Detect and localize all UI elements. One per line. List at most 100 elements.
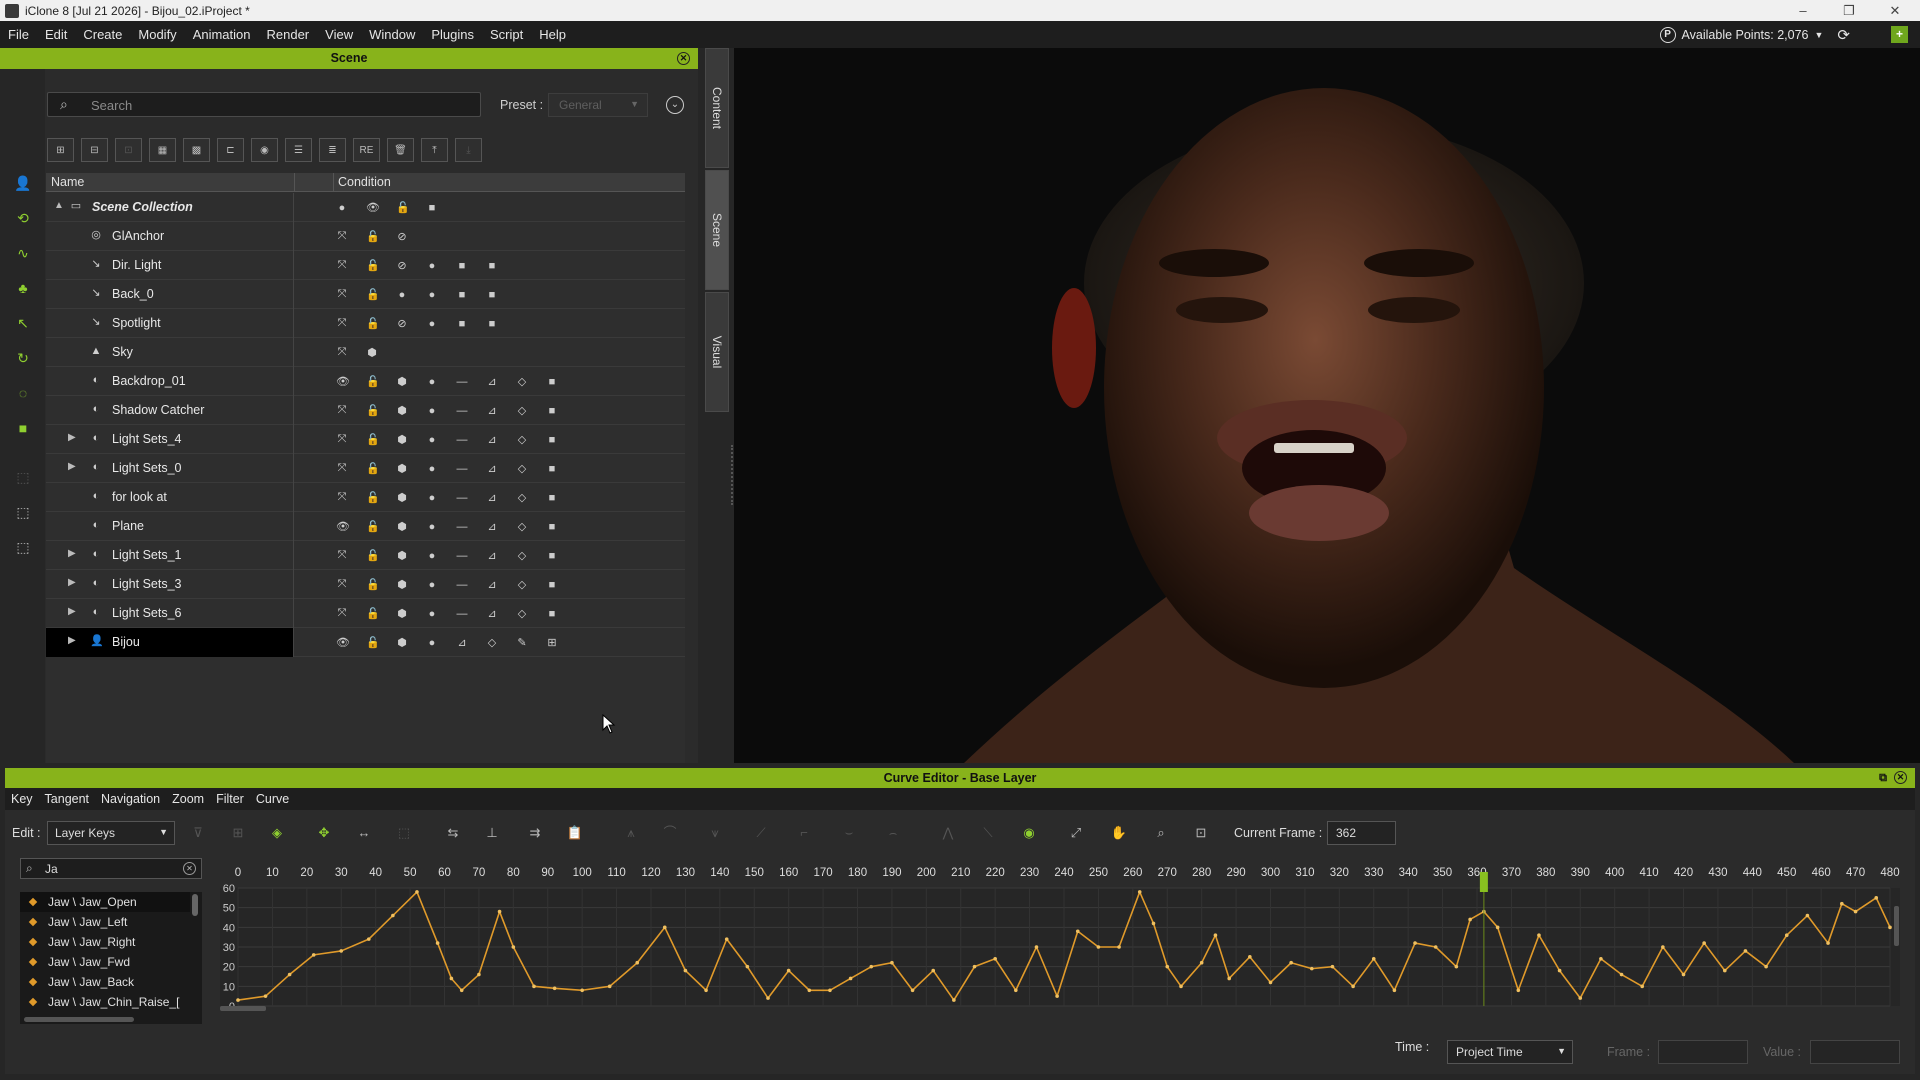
condition-icon[interactable]: ⊿ xyxy=(486,375,498,388)
condition-icon[interactable]: 👁 xyxy=(366,201,380,214)
move-icon[interactable]: ✥ xyxy=(313,822,335,844)
row-condition-icons[interactable]: 👁 🔓 ⬢ ● ⊿ ◇ ✎ ⊞ xyxy=(336,628,576,657)
condition-icon[interactable]: 🔓 xyxy=(366,578,380,591)
table-row[interactable]: ◐ for look at ⤧ 🔓 ⬢ ● — ⊿ ◇ ■ xyxy=(46,483,685,512)
condition-icon[interactable]: ⬢ xyxy=(396,404,408,417)
condition-icon[interactable]: 🔓 xyxy=(366,259,380,272)
visibility-icon[interactable]: ◉ xyxy=(251,138,278,162)
menu-help[interactable]: Help xyxy=(531,27,574,42)
condition-icon[interactable]: ● xyxy=(426,376,438,388)
condition-icon[interactable]: 👁 xyxy=(336,520,350,533)
row-condition-icons[interactable]: ⤧ 🔓 ⬢ ● — ⊿ ◇ ■ xyxy=(336,483,576,512)
condition-icon[interactable]: ● xyxy=(426,463,438,475)
condition-icon[interactable]: 🔓 xyxy=(366,462,380,475)
condition-icon[interactable]: — xyxy=(456,521,468,533)
table-row[interactable]: ▶ ◐ Light Sets_0 ⤧ 🔓 ⬢ ● — ⊿ ◇ ■ xyxy=(46,454,685,483)
condition-icon[interactable]: ⤧ xyxy=(336,578,348,591)
condition-icon[interactable]: ⤧ xyxy=(336,433,348,446)
condition-icon[interactable]: ⬢ xyxy=(396,607,408,620)
table-row[interactable]: ◐ Plane 👁 🔓 ⬢ ● — ⊿ ◇ ■ xyxy=(46,512,685,541)
condition-icon[interactable]: ⤧ xyxy=(336,549,348,562)
table-row[interactable]: ◐ Backdrop_01 👁 🔓 ⬢ ● — ⊿ ◇ ■ xyxy=(46,367,685,396)
condition-icon[interactable]: ■ xyxy=(546,521,558,533)
tab-content[interactable]: Content xyxy=(705,48,729,168)
row-condition-icons[interactable]: ⤧ ⬢ xyxy=(336,338,396,367)
scale-horizontal-icon[interactable]: ↔ xyxy=(353,822,375,844)
condition-icon[interactable]: ⊿ xyxy=(486,433,498,446)
ce-menu-tangent[interactable]: Tangent xyxy=(39,792,95,806)
box-select-icon[interactable]: ⬚ xyxy=(13,502,33,522)
condition-icon[interactable]: — xyxy=(456,376,468,388)
table-row[interactable]: ▶ ◐ Light Sets_3 ⤧ 🔓 ⬢ ● — ⊿ ◇ ■ xyxy=(46,570,685,599)
table-row[interactable]: ▶ 👤 Bijou 👁 🔓 ⬢ ● ⊿ ◇ ✎ ⊞ xyxy=(46,628,685,657)
row-condition-icons[interactable]: ⤧ 🔓 ⬢ ● — ⊿ ◇ ■ xyxy=(336,454,576,483)
table-row[interactable]: ◎ GlAnchor ⤧ 🔓 ⊘ xyxy=(46,222,685,251)
collapse-all-icon[interactable]: ▩ xyxy=(183,138,210,162)
condition-icon[interactable]: ● xyxy=(426,260,438,272)
condition-icon[interactable]: ⊿ xyxy=(456,636,468,649)
menu-file[interactable]: File xyxy=(0,27,37,42)
condition-icon[interactable]: 🔓 xyxy=(366,520,380,533)
row-condition-icons[interactable]: ⤧ 🔓 ● ● ■ ■ xyxy=(336,280,516,309)
menu-modify[interactable]: Modify xyxy=(130,27,184,42)
condition-icon[interactable]: 🔓 xyxy=(366,230,380,243)
condition-icon[interactable]: ⬢ xyxy=(396,491,408,504)
maximize-button[interactable]: ❐ xyxy=(1826,0,1872,21)
row-condition-icons[interactable]: 👁 🔓 ⬢ ● — ⊿ ◇ ■ xyxy=(336,367,576,396)
current-frame-input[interactable]: 362 xyxy=(1327,821,1396,845)
camera-icon[interactable]: ■ xyxy=(13,418,33,438)
row-name-cell[interactable]: ▲ ▭ Scene Collection xyxy=(46,193,294,222)
condition-icon[interactable]: ⊿ xyxy=(486,607,498,620)
channel-search-input[interactable]: ⌕ Ja ✕ xyxy=(20,858,202,879)
available-points[interactable]: P Available Points: 2,076 ▼ ⟳ xyxy=(1659,21,1850,48)
condition-icon[interactable]: ⊿ xyxy=(486,462,498,475)
menu-window[interactable]: Window xyxy=(361,27,423,42)
close-curve-editor-icon[interactable]: ✕ xyxy=(1894,771,1907,784)
condition-icon[interactable]: ■ xyxy=(426,202,438,214)
condition-icon[interactable]: 👁 xyxy=(336,375,350,388)
condition-icon[interactable]: ■ xyxy=(546,463,558,475)
ce-menu-navigation[interactable]: Navigation xyxy=(95,792,166,806)
row-name-cell[interactable]: ◐ for look at xyxy=(46,483,294,512)
condition-icon[interactable]: ⤧ xyxy=(336,317,348,330)
condition-icon[interactable]: ■ xyxy=(486,260,498,272)
table-row[interactable]: ▶ ◐ Light Sets_4 ⤧ 🔓 ⬢ ● — ⊿ ◇ ■ xyxy=(46,425,685,454)
preset-dropdown[interactable]: General ▼ xyxy=(548,93,648,117)
expand-all-icon[interactable]: ▦ xyxy=(149,138,176,162)
row-condition-icons[interactable]: ⤧ 🔓 ⬢ ● — ⊿ ◇ ■ xyxy=(336,599,576,628)
row-name-cell[interactable]: ↘ Spotlight xyxy=(46,309,294,338)
row-condition-icons[interactable]: ● 👁 🔓 ■ xyxy=(336,193,456,222)
list-item[interactable]: Jaw \ Jaw_Right xyxy=(20,932,190,952)
panel-options-icon[interactable]: ⌄ xyxy=(666,96,684,114)
condition-icon[interactable]: 🔓 xyxy=(366,317,380,330)
paste-icon[interactable]: 📋 xyxy=(564,822,586,844)
list-item[interactable]: Jaw \ Jaw_Chin_Raise_[ xyxy=(20,992,190,1012)
channel-list-hscrollbar[interactable] xyxy=(24,1017,134,1022)
ce-menu-filter[interactable]: Filter xyxy=(210,792,250,806)
rename-icon[interactable]: RE xyxy=(353,138,380,162)
move-top-icon[interactable]: ⤒ xyxy=(421,138,448,162)
condition-icon[interactable]: ⤧ xyxy=(336,404,348,417)
menu-render[interactable]: Render xyxy=(259,27,318,42)
condition-icon[interactable]: ◇ xyxy=(516,491,528,504)
menu-create[interactable]: Create xyxy=(75,27,130,42)
condition-icon[interactable]: ⬢ xyxy=(396,578,408,591)
time-mode-dropdown[interactable]: Project Time ▼ xyxy=(1447,1040,1573,1064)
condition-icon[interactable]: — xyxy=(456,608,468,620)
row-name-cell[interactable]: ◐ Plane xyxy=(46,512,294,541)
row-name-cell[interactable]: ◐ Shadow Catcher xyxy=(46,396,294,425)
condition-icon[interactable]: 🔓 xyxy=(396,201,410,214)
row-name-cell[interactable]: ▶ ◐ Light Sets_4 xyxy=(46,425,294,454)
table-row[interactable]: ↘ Dir. Light ⤧ 🔓 ⊘ ● ■ ■ xyxy=(46,251,685,280)
condition-icon[interactable]: ■ xyxy=(546,579,558,591)
expand-arrow-icon[interactable]: ▶ xyxy=(68,432,76,443)
layers-icon[interactable]: ☰ xyxy=(285,138,312,162)
condition-icon[interactable]: ■ xyxy=(546,376,558,388)
row-name-cell[interactable]: ◐ Backdrop_01 xyxy=(46,367,294,396)
condition-icon[interactable]: ■ xyxy=(456,289,468,301)
frame-selected-icon[interactable]: ⊡ xyxy=(1190,822,1212,844)
condition-icon[interactable]: 🔓 xyxy=(366,404,380,417)
row-condition-icons[interactable]: ⤧ 🔓 ⊘ ● ■ ■ xyxy=(336,309,516,338)
new-group-icon[interactable]: ⊞ xyxy=(47,138,74,162)
edit-mode-dropdown[interactable]: Layer Keys ▼ xyxy=(47,821,175,845)
